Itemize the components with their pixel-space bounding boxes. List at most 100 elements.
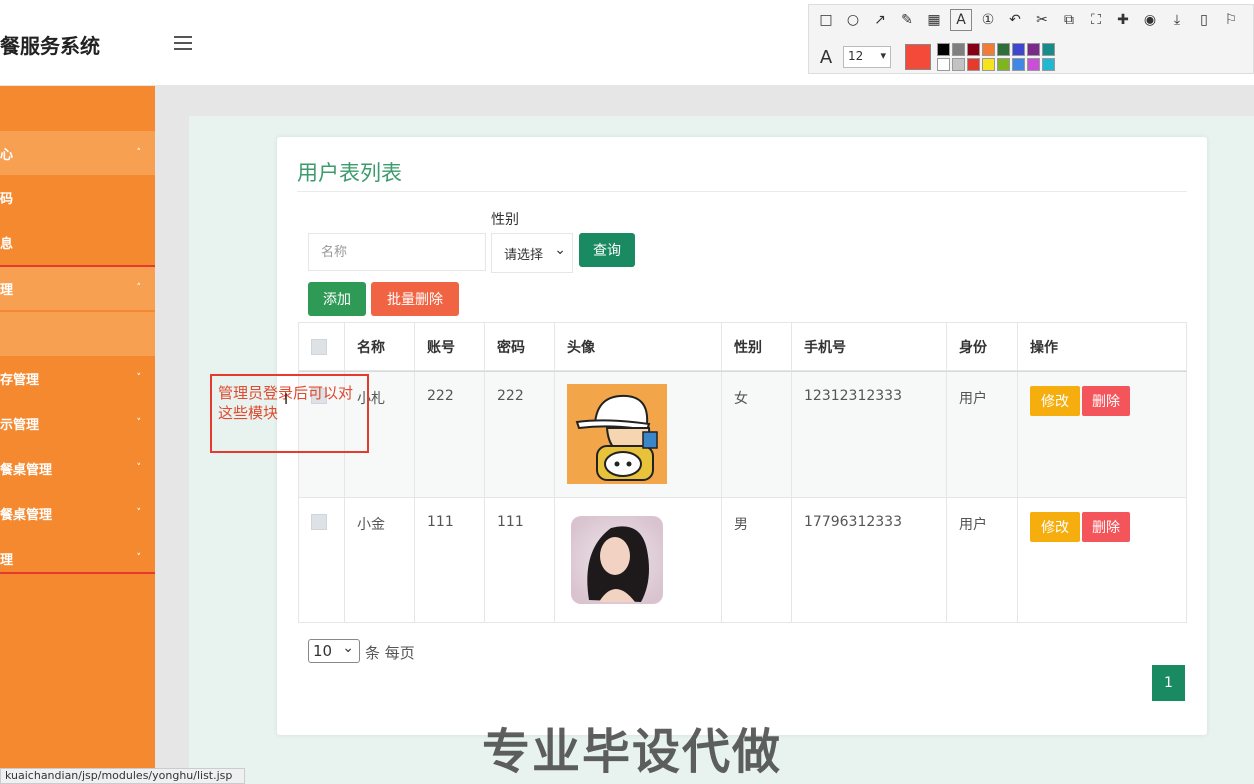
row-checkbox[interactable] [311, 514, 327, 530]
table-row: 小金 111 111 男 17796312333 用户 修改 删除 [298, 498, 1187, 623]
col-header: 操作 [1018, 323, 1187, 371]
page-title: 用户表列表 [297, 161, 402, 185]
phone-cell: 12312312333 [792, 372, 947, 498]
sidebar-item-label: 心 [0, 147, 14, 163]
page-number-button[interactable]: 1 [1152, 665, 1185, 701]
chevron-up-icon: ˄ [136, 148, 142, 158]
color-swatch[interactable] [982, 43, 995, 56]
sidebar-item-info[interactable]: 息 [0, 220, 155, 264]
table-row: 小札 222 222 女 12312312333 用户 修改 删除 [298, 372, 1187, 498]
col-header: 密码 [485, 323, 555, 371]
annotation-toolbar: □ ○ ↗ ✎ ▦ A ① ↶ ✂ ⧉ ⛶ ✚ ◉ ⤓ ▯ ⚐ A 12 [808, 4, 1254, 74]
delete-button[interactable]: 删除 [1082, 512, 1130, 542]
name-cell: 小金 [345, 498, 415, 623]
select-all-cell [299, 323, 345, 371]
color-swatch[interactable] [937, 43, 950, 56]
app-title: 餐服务系统 [0, 34, 100, 58]
title-divider [297, 191, 1187, 192]
sidebar-item-label: 息 [0, 236, 14, 252]
rect-icon[interactable]: □ [815, 9, 837, 31]
color-swatch[interactable] [1042, 58, 1055, 71]
avatar-cell [555, 372, 722, 498]
undo-icon[interactable]: ↶ [1004, 9, 1026, 31]
color-swatch[interactable] [952, 43, 965, 56]
arrow-icon[interactable]: ↗ [869, 9, 891, 31]
sidebar-item-center[interactable]: 心 ˄ [0, 131, 155, 175]
row-select-cell [299, 498, 345, 623]
record-icon[interactable]: ◉ [1139, 9, 1161, 31]
role-cell: 用户 [947, 498, 1018, 623]
add-button[interactable]: 添加 [308, 282, 366, 316]
cut-icon[interactable]: ✂ [1031, 9, 1053, 31]
pencil-icon[interactable]: ✎ [896, 9, 918, 31]
page-size-select[interactable]: 10 [308, 639, 360, 663]
hamburger-menu-icon[interactable] [174, 36, 192, 50]
delete-button[interactable]: 删除 [1082, 386, 1130, 416]
text-icon[interactable]: A [950, 9, 972, 31]
role-cell: 用户 [947, 372, 1018, 498]
edit-button[interactable]: 修改 [1030, 512, 1080, 542]
sidebar-item-label: 码 [0, 191, 14, 207]
ellipse-icon[interactable]: ○ [842, 9, 864, 31]
account-cell: 222 [415, 372, 485, 498]
annotation-rect [0, 265, 162, 574]
avatar-cell [555, 498, 722, 623]
status-url: kuaichandian/jsp/modules/yonghu/list.jsp [0, 768, 245, 784]
batch-delete-button[interactable]: 批量删除 [371, 282, 459, 316]
color-swatch[interactable] [1012, 43, 1025, 56]
annotation-note: 管理员登录后可以对这些模块 [210, 374, 369, 453]
color-swatch[interactable] [997, 43, 1010, 56]
sex-cell: 女 [722, 372, 792, 498]
col-header: 账号 [415, 323, 485, 371]
col-header: 头像 [555, 323, 722, 371]
bookmark-icon[interactable]: ⚐ [1220, 9, 1242, 31]
color-swatch[interactable] [1012, 58, 1025, 71]
col-header: 名称 [345, 323, 415, 371]
watermark-text: 专业毕设代做 [482, 724, 783, 780]
number-icon[interactable]: ① [977, 9, 999, 31]
color-swatch[interactable] [1027, 43, 1040, 56]
current-color-swatch[interactable] [905, 44, 931, 70]
font-size-select[interactable]: 12 [843, 46, 891, 68]
password-cell: 111 [485, 498, 555, 623]
color-palette [937, 43, 1055, 71]
color-swatch[interactable] [967, 43, 980, 56]
query-button[interactable]: 查询 [579, 233, 635, 267]
ocr-icon[interactable]: ⧉ [1058, 9, 1080, 31]
color-swatch[interactable] [967, 58, 980, 71]
color-swatch[interactable] [1027, 58, 1040, 71]
color-swatch[interactable] [1042, 43, 1055, 56]
annotation-tools: □ ○ ↗ ✎ ▦ A ① ↶ ✂ ⧉ ⛶ ✚ ◉ ⤓ ▯ ⚐ [815, 9, 1242, 31]
font-size-icon: A [819, 46, 833, 68]
sex-cell: 男 [722, 498, 792, 623]
table-header-row: 名称 账号 密码 头像 性别 手机号 身份 操作 [298, 322, 1187, 372]
color-swatch[interactable] [997, 58, 1010, 71]
save-icon[interactable]: ▯ [1193, 9, 1215, 31]
download-icon[interactable]: ⤓ [1166, 9, 1188, 31]
select-all-checkbox[interactable] [311, 339, 327, 355]
color-swatch[interactable] [937, 58, 950, 71]
sex-select[interactable]: 请选择 [491, 233, 573, 273]
col-header: 身份 [947, 323, 1018, 371]
name-search-input[interactable] [308, 233, 486, 271]
text-cursor-icon: I [284, 392, 289, 408]
color-swatch[interactable] [952, 58, 965, 71]
phone-cell: 17796312333 [792, 498, 947, 623]
avatar-cartoon-image [567, 384, 667, 484]
per-page-label: 条 每页 [365, 644, 415, 662]
col-header: 手机号 [792, 323, 947, 371]
screenshot-icon[interactable]: ⛶ [1085, 9, 1107, 31]
sidebar-item-password[interactable]: 码 [0, 175, 155, 219]
sex-label: 性别 [491, 212, 519, 228]
mosaic-icon[interactable]: ▦ [923, 9, 945, 31]
color-swatch[interactable] [982, 58, 995, 71]
actions-cell: 修改 删除 [1018, 498, 1187, 623]
sidebar: 心 ˄ 码 息 理 ˄ 存管理 ˅ 示管理 ˅ 餐桌管理 ˅ 餐桌管理 ˅ 理 ˅ [0, 86, 162, 784]
edit-button[interactable]: 修改 [1030, 386, 1080, 416]
password-cell: 222 [485, 372, 555, 498]
pin-icon[interactable]: ✚ [1112, 9, 1134, 31]
account-cell: 111 [415, 498, 485, 623]
user-table: 名称 账号 密码 头像 性别 手机号 身份 操作 小札 222 222 女 12… [298, 322, 1187, 623]
actions-cell: 修改 删除 [1018, 372, 1187, 498]
avatar-photo-image [567, 510, 667, 610]
